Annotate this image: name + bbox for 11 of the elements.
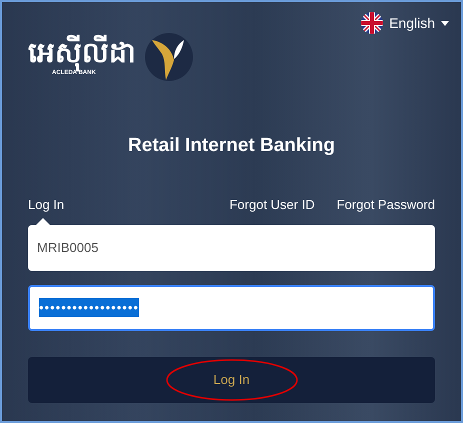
user-id-field[interactable]: MRIB0005	[28, 224, 435, 270]
flag-icon	[361, 12, 384, 34]
bird-logo-icon	[144, 32, 194, 82]
tab[interactable]: Forgot User ID	[229, 194, 315, 224]
logo-wordmark: អេស៊ីលីដា	[28, 37, 136, 69]
tab[interactable]: Forgot Password	[336, 194, 435, 224]
log-in-button[interactable]: Log In	[28, 356, 435, 402]
page-title: Retail Internet Banking	[127, 134, 336, 158]
language-selector[interactable]: English	[361, 12, 449, 34]
password-field[interactable]: ••••••••••••••••••	[28, 284, 435, 330]
caret-icon	[441, 20, 449, 26]
